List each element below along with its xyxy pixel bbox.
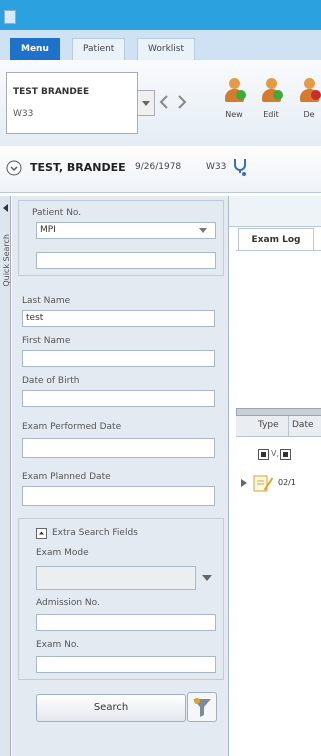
add-person-icon (223, 78, 246, 104)
collapse-circle-icon[interactable] (6, 160, 22, 176)
splitter[interactable] (236, 408, 321, 416)
header-dob: 9/26/1978 (135, 162, 182, 172)
expand-toggle-icon[interactable] (36, 528, 47, 539)
filter-button[interactable] (187, 692, 217, 722)
column-date[interactable]: Date (292, 420, 314, 430)
chevron-right-icon[interactable] (176, 94, 188, 110)
exam-performed-input[interactable] (22, 438, 215, 458)
filter-row-icon[interactable] (280, 449, 291, 460)
last-name-input[interactable]: test (22, 310, 215, 327)
exam-planned-input[interactable] (22, 486, 215, 506)
chevron-down-icon[interactable] (198, 570, 216, 586)
pin-arrow-icon[interactable] (2, 204, 9, 212)
chevron-left-icon[interactable] (158, 94, 170, 110)
column-divider (288, 416, 289, 436)
stethoscope-icon (234, 159, 246, 176)
grid-filter-row: V, (236, 446, 321, 464)
exam-mode-label: Exam Mode (36, 548, 89, 558)
new-patient-button[interactable]: New (218, 78, 250, 134)
ribbon-patient-name: TEST BRANDEE (13, 87, 90, 97)
patient-dropdown-button[interactable] (137, 90, 155, 116)
edit-person-icon (260, 78, 283, 104)
app-icon (4, 10, 16, 24)
filter-icon (193, 698, 211, 717)
patient-selector[interactable]: TEST BRANDEE W33 (6, 72, 138, 134)
exam-planned-label: Exam Planned Date (22, 472, 111, 482)
delete-patient-button[interactable]: De (293, 78, 321, 134)
tab-worklist[interactable]: Worklist (137, 38, 196, 60)
exam-no-input[interactable] (36, 656, 216, 673)
document-edit-icon (253, 475, 273, 492)
exam-mode-select[interactable] (36, 566, 196, 590)
patient-no-input[interactable] (36, 252, 216, 269)
tab-patient[interactable]: Patient (72, 38, 126, 60)
chevron-down-icon (142, 101, 150, 106)
admission-label: Admission No. (36, 598, 100, 608)
ribbon-tab-bar: Menu Patient Worklist (0, 30, 321, 61)
patient-no-label: Patient No. (32, 208, 82, 218)
column-type[interactable]: Type (258, 420, 279, 430)
first-name-input[interactable] (22, 350, 215, 367)
expand-row-icon[interactable] (240, 478, 248, 488)
filter-row-icon[interactable] (258, 449, 269, 460)
tab-menu[interactable]: Menu (10, 38, 60, 60)
search-button[interactable]: Search (36, 694, 186, 722)
edit-patient-button[interactable]: Edit (255, 78, 287, 134)
divider (236, 250, 321, 251)
ribbon-patient-ward: W33 (13, 109, 34, 119)
last-name-label: Last Name (22, 296, 71, 306)
chevron-down-icon[interactable] (193, 223, 213, 238)
filter-row-text: V, (271, 449, 280, 458)
quick-search-label: Quick Search (2, 234, 11, 287)
first-name-label: First Name (22, 336, 71, 346)
admission-input[interactable] (36, 614, 216, 631)
delete-person-icon (298, 78, 321, 104)
table-row[interactable]: 02/1 (236, 472, 321, 494)
extra-search-label: Extra Search Fields (52, 528, 138, 538)
patient-header: TEST, BRANDEE 9/26/1978 W33 (0, 146, 321, 193)
exam-no-label: Exam No. (36, 640, 80, 650)
dob-label: Date of Birth (22, 376, 80, 386)
header-patient-name: TEST, BRANDEE (30, 161, 126, 174)
exam-performed-label: Exam Performed Date (22, 422, 122, 432)
row-date: 02/1 (278, 478, 296, 487)
dob-input[interactable] (22, 390, 215, 407)
tab-exam-log[interactable]: Exam Log (238, 228, 314, 251)
patient-no-select[interactable]: MPI (36, 222, 216, 239)
header-ward: W33 (206, 162, 227, 172)
title-bar (0, 0, 321, 30)
ribbon: TEST BRANDEE W33 New Edit De (0, 60, 321, 147)
exam-tab-strip (229, 196, 321, 227)
